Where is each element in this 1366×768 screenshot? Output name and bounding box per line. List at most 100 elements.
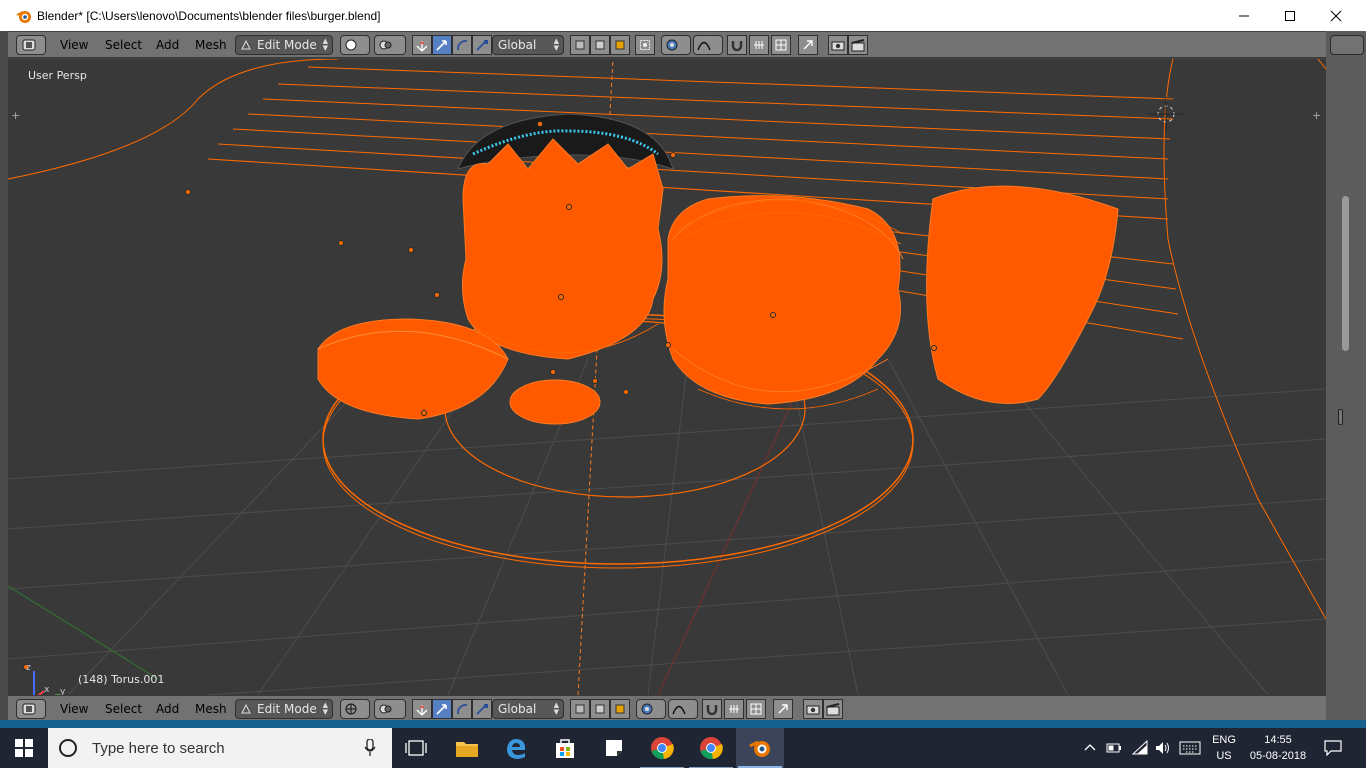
manipulator-icon [416,41,428,52]
rotate-manipulator-button[interactable] [452,35,472,55]
render-still-button-bottom[interactable] [803,699,823,719]
layer-button-2-bottom[interactable] [590,699,610,719]
snap-increment-icon [729,705,739,713]
view-perspective-label: User Persp [28,69,87,82]
layer-button-1-bottom[interactable] [570,699,590,719]
render-animation-button-bottom[interactable] [823,699,843,719]
properties-panel[interactable] [1326,31,1366,720]
window-title: Blender* [C:\Users\lenovo\Documents\blen… [37,8,381,23]
axis-x-label: x [44,685,50,695]
menu-mesh[interactable]: Mesh [195,36,227,54]
keyboard-icon[interactable] [1179,741,1201,755]
menu-select-bottom[interactable]: Select [105,700,142,718]
transform-orientation-selector[interactable]: Global ▲ ▼ [492,35,564,55]
snap-toggle[interactable] [727,35,747,55]
falloff-button[interactable] [693,35,723,55]
falloff-curve-icon [697,41,711,51]
face-select-button[interactable] [610,35,630,55]
minimize-button[interactable] [1221,0,1267,31]
properties-tab-handle[interactable] [1338,409,1343,425]
pivot-point-button[interactable] [374,35,406,55]
layer-button-2[interactable] [590,35,610,55]
title-bar: Blender* [C:\Users\lenovo\Documents\blen… [0,0,1366,31]
maximize-button[interactable] [1267,0,1313,31]
scale-manipulator-button[interactable] [472,35,492,55]
properties-scrollbar[interactable] [1342,196,1349,351]
limit-selection-button[interactable] [635,35,655,55]
viewport-shading-button-bottom[interactable] [340,699,370,719]
proportional-editing-button-bottom[interactable] [636,699,666,719]
pivot-icon [379,704,392,714]
camera-icon [806,705,820,715]
clapperboard-icon [851,39,865,52]
pivot-point-button-bottom[interactable] [374,699,406,719]
blender-taskbar-button[interactable] [736,728,784,768]
manipulator-toggle[interactable] [412,35,432,55]
battery-icon[interactable] [1106,741,1122,755]
layer-button-1[interactable] [570,35,590,55]
3d-cursor-icon[interactable] [1149,97,1183,131]
face-select-icon [615,704,625,714]
render-preview-button[interactable] [798,35,818,55]
proportional-editing-icon [666,39,678,51]
scale-manipulator-button-bottom[interactable] [472,699,492,719]
microphone-icon[interactable] [364,739,376,757]
active-object-label: (148) Torus.001 [78,673,165,686]
volume-icon[interactable] [1154,740,1170,756]
sticky-notes-button[interactable] [590,728,638,768]
clock[interactable]: 14:55 05-08-2018 [1240,732,1316,764]
falloff-curve-icon [672,705,686,715]
left-border [0,31,8,720]
translate-manipulator-button[interactable] [432,35,452,55]
properties-toggle-icon[interactable]: + [1312,109,1321,122]
menu-view[interactable]: View [60,36,88,54]
store-button[interactable] [541,728,589,768]
rotate-manipulator-button-bottom[interactable] [452,699,472,719]
transform-orientation-selector-bottom[interactable]: Global ▲ ▼ [492,699,564,719]
edge-browser-button[interactable] [492,728,540,768]
maximize-icon [1285,10,1295,21]
mode-selector[interactable]: Edit Mode ▲ ▼ [235,35,333,55]
notification-center-icon[interactable] [1324,740,1342,756]
snap-element-button-bottom[interactable] [724,699,744,719]
taskbar-search-box[interactable]: Type here to search [48,728,392,768]
limit-selection-icon [640,40,650,50]
snap-grid-button-bottom[interactable] [746,699,766,719]
render-preview-button-bottom[interactable] [773,699,793,719]
menu-mesh-bottom[interactable]: Mesh [195,700,227,718]
edit-mode-icon [241,703,251,714]
wifi-icon[interactable] [1131,739,1149,757]
chrome-button-2[interactable] [687,728,735,768]
manipulator-toggle-bottom[interactable] [412,699,432,719]
properties-editor-type-button[interactable] [1330,35,1364,55]
scene-canvas[interactable] [8,59,1326,695]
falloff-button-bottom[interactable] [668,699,698,719]
language-indicator[interactable]: ENG US [1206,732,1242,764]
toolshelf-toggle-icon[interactable]: + [11,109,20,122]
close-button[interactable] [1313,0,1359,31]
3d-viewport[interactable]: User Persp (148) Torus.001 z y x + + [8,59,1326,695]
menu-add-bottom[interactable]: Add [156,700,179,718]
search-circle-icon [59,739,77,757]
menu-view-bottom[interactable]: View [60,700,88,718]
editor-type-button[interactable] [16,35,46,55]
translate-manipulator-button-bottom[interactable] [432,699,452,719]
tray-overflow-chevron-icon[interactable] [1084,742,1096,752]
snap-element-button[interactable] [749,35,769,55]
start-button[interactable] [0,728,48,768]
render-animation-button[interactable] [848,35,868,55]
menu-select[interactable]: Select [105,36,142,54]
taskbar: Type here to search ENG US 14:55 05-08-2… [0,728,1366,768]
proportional-editing-button[interactable] [661,35,691,55]
chrome-button-1[interactable] [638,728,686,768]
render-still-button[interactable] [828,35,848,55]
snap-toggle-bottom[interactable] [702,699,722,719]
file-explorer-button[interactable] [443,728,491,768]
snap-grid-button[interactable] [771,35,791,55]
viewport-shading-button[interactable] [340,35,370,55]
task-view-button[interactable] [392,728,440,768]
face-select-button-bottom[interactable] [610,699,630,719]
editor-type-button-bottom[interactable] [16,699,46,719]
menu-add[interactable]: Add [156,36,179,54]
mode-selector-bottom[interactable]: Edit Mode ▲ ▼ [235,699,333,719]
